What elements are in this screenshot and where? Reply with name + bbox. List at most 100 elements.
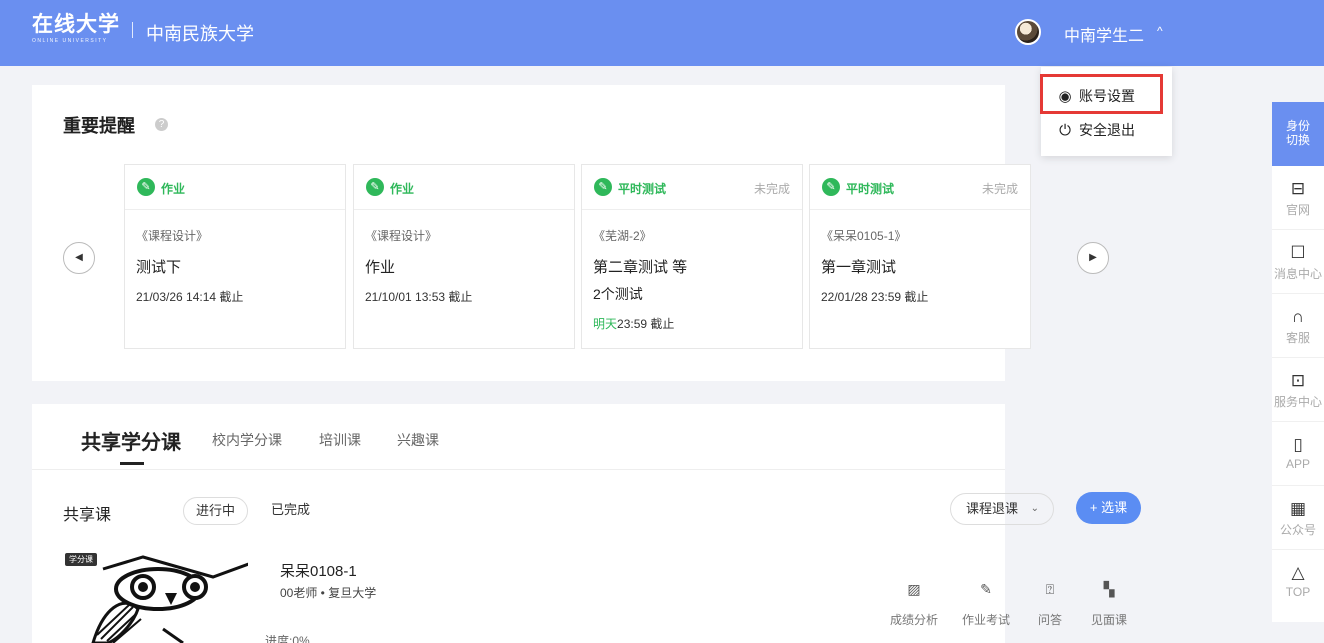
rail-label: 服务中心 [1273, 395, 1322, 409]
tab-training[interactable]: 培训课 [319, 430, 361, 450]
user-name[interactable]: 中南学生二 [1064, 22, 1144, 46]
qrcode-icon: ▦ [1289, 499, 1307, 518]
task-card-header: ✎ 作业 [125, 165, 345, 210]
chevron-up-icon[interactable]: ^ [1157, 24, 1163, 38]
active-tab-indicator [120, 462, 144, 465]
task-card[interactable]: ✎ 作业 《课程设计》 测试下 21/03/26 14:14 截止 [124, 164, 346, 349]
rail-item-service[interactable]: ⊡ 服务中心 [1272, 360, 1324, 422]
task-status: 未完成 [753, 182, 790, 196]
deadline-time: 23:59 截止 [617, 317, 675, 331]
pencil-check-icon: ✎ [822, 178, 840, 196]
rail-item-wechat[interactable]: ▦ 公众号 [1272, 488, 1324, 550]
message-icon: ☐ [1290, 243, 1306, 262]
meeting-course-button[interactable]: ▚ 见面课 [1074, 581, 1144, 628]
reminders-title: 重要提醒 [63, 116, 135, 136]
logo-text: 在线大学 [32, 13, 120, 36]
rail-label: 客服 [1285, 331, 1310, 345]
course-tabs: 共享学分课 校内学分课 培训课 兴趣课 [32, 404, 1005, 470]
task-deadline: 21/10/01 13:53 截止 [365, 290, 473, 304]
pencil-icon: ✎ [980, 581, 992, 597]
task-name: 作业 [365, 259, 396, 276]
right-toolbar: 身份 切换 ⊟ 官网 ☐ 消息中心 ∩ 客服 ⊡ 服务中心 ▯ APP ▦ 公众… [1272, 102, 1324, 622]
rail-label: TOP [1285, 585, 1311, 599]
highlight-box [1040, 74, 1163, 114]
grade-analysis-label: 成绩分析 [889, 613, 938, 627]
logout-label: 安全退出 [1079, 122, 1135, 138]
rail-label: 官网 [1285, 203, 1310, 217]
filter-in-progress[interactable]: 进行中 [183, 497, 249, 525]
task-type: 平时测试 [846, 182, 895, 196]
rail-item-website[interactable]: ⊟ 官网 [1272, 168, 1324, 230]
task-type: 平时测试 [618, 182, 667, 196]
meeting-icon: ▚ [1103, 581, 1115, 597]
credit-badge: 学分课 [65, 553, 97, 566]
task-card[interactable]: ✎ 平时测试 未完成 《呆呆0105-1》 第一章测试 22/01/28 23:… [809, 164, 1031, 349]
phone-icon: ▯ [1293, 435, 1303, 454]
pencil-check-icon: ✎ [594, 178, 612, 196]
task-card-header: ✎ 作业 [354, 165, 574, 210]
task-name: 第一章测试 [821, 259, 897, 276]
course-progress: 进度:0% [265, 634, 310, 643]
grade-analysis-button[interactable]: ▨ 成绩分析 [879, 581, 949, 628]
rail-label: APP [1285, 457, 1310, 471]
top-header: 在线大学 ONLINE UNIVERSITY 中南民族大学 中南学生二 ^ [0, 0, 1324, 66]
question-icon: ⍰ [1045, 581, 1055, 597]
top-arrow-icon: △ [1291, 563, 1305, 582]
course-teacher: 00老师 • 复旦大学 [280, 586, 377, 600]
service-icon: ⊡ [1290, 371, 1306, 390]
identity-switch-button[interactable]: 身份 切换 [1272, 102, 1324, 166]
course-cover-image[interactable]: 学分课 [63, 549, 248, 643]
task-type: 作业 [390, 182, 415, 196]
help-icon[interactable]: ? [155, 118, 168, 131]
task-card[interactable]: ✎ 作业 《课程设计》 作业 21/10/01 13:53 截止 [353, 164, 575, 349]
task-status: 未完成 [981, 182, 1018, 196]
courses-panel: 共享学分课 校内学分课 培训课 兴趣课 共享课 进行中 已完成 学分课 呆呆01… [32, 404, 1005, 643]
identity-switch-label-2: 切换 [1285, 133, 1310, 147]
task-name: 测试下 [136, 259, 182, 276]
carousel-prev-button[interactable]: ◀ [63, 242, 95, 274]
homework-exam-label: 作业考试 [961, 613, 1010, 627]
withdraw-course-label: 课程退课 [966, 501, 1019, 516]
rail-label: 消息中心 [1273, 267, 1322, 281]
school-name: 中南民族大学 [146, 24, 254, 44]
task-deadline: 21/03/26 14:14 截止 [136, 290, 244, 304]
pencil-check-icon: ✎ [366, 178, 384, 196]
filter-completed[interactable]: 已完成 [259, 497, 322, 525]
rail-item-top[interactable]: △ TOP [1272, 552, 1324, 614]
task-name: 第二章测试 等 [593, 259, 688, 276]
deadline-soon-label: 明天 [593, 317, 618, 331]
task-card-header: ✎ 平时测试 未完成 [582, 165, 802, 210]
rail-item-support[interactable]: ∩ 客服 [1272, 296, 1324, 358]
logo[interactable]: 在线大学 ONLINE UNIVERSITY [32, 13, 120, 45]
logout-item[interactable]: ⏻ 安全退出 [1057, 120, 1135, 140]
carousel-next-button[interactable]: ▶ [1077, 242, 1109, 274]
homework-exam-button[interactable]: ✎ 作业考试 [951, 581, 1021, 628]
rail-label: 公众号 [1279, 523, 1316, 537]
logo-subtext: ONLINE UNIVERSITY [32, 38, 108, 44]
meeting-course-label: 见面课 [1090, 613, 1127, 627]
task-course: 《课程设计》 [136, 229, 209, 243]
add-course-button[interactable]: + 选课 [1076, 492, 1141, 524]
tab-interest[interactable]: 兴趣课 [397, 430, 439, 450]
header-separator [132, 22, 133, 38]
task-deadline: 22/01/28 23:59 截止 [821, 290, 929, 304]
tab-campus-credit[interactable]: 校内学分课 [212, 430, 282, 450]
section-title: 共享课 [63, 507, 112, 524]
website-icon: ⊟ [1290, 179, 1306, 198]
tab-shared-credit[interactable]: 共享学分课 [81, 426, 181, 455]
task-card-header: ✎ 平时测试 未完成 [810, 165, 1030, 210]
identity-switch-label-1: 身份 [1285, 119, 1310, 133]
withdraw-course-dropdown[interactable]: 课程退课 ⌄ [950, 493, 1054, 525]
task-course: 《芜湖-2》 [593, 229, 652, 243]
task-deadline: 明天23:59 截止 [593, 315, 674, 332]
course-name[interactable]: 呆呆0108-1 [280, 560, 357, 581]
chart-icon: ▨ [907, 581, 921, 597]
headset-icon: ∩ [1291, 307, 1305, 326]
rail-item-messages[interactable]: ☐ 消息中心 [1272, 232, 1324, 294]
task-card[interactable]: ✎ 平时测试 未完成 《芜湖-2》 第二章测试 等 2个测试 明天23:59 截… [581, 164, 803, 349]
user-avatar[interactable] [1015, 19, 1041, 45]
task-type: 作业 [161, 182, 186, 196]
chevron-down-icon: ⌄ [1030, 503, 1039, 514]
rail-item-app[interactable]: ▯ APP [1272, 424, 1324, 486]
task-course: 《呆呆0105-1》 [821, 229, 907, 243]
